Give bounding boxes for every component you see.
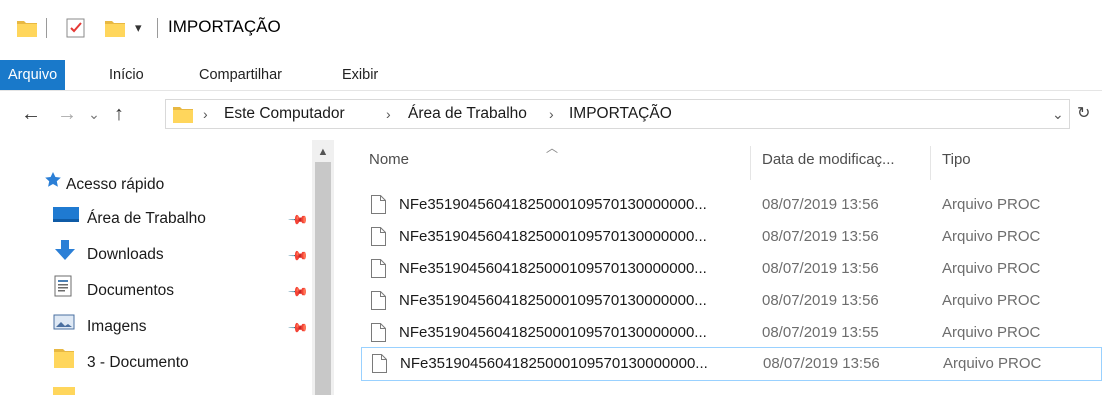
toolbar-separator	[46, 18, 47, 38]
pin-icon[interactable]: 📌	[287, 317, 309, 340]
download-icon	[53, 239, 87, 272]
sidebar-item-imagens[interactable]: Imagens	[53, 312, 146, 342]
breadcrumb-separator[interactable]: ›	[203, 100, 208, 128]
documents-icon	[53, 275, 87, 308]
toolbar-separator	[157, 18, 158, 38]
file-date: 08/07/2019 13:56	[763, 355, 880, 372]
navigation-pane: Acesso rápido Área de Trabalho 📌 Downloa…	[0, 140, 335, 395]
pictures-icon	[53, 312, 87, 342]
sidebar-item-label: 3 - Documento	[87, 354, 189, 371]
recent-locations-button[interactable]: ⌄	[84, 100, 104, 128]
folder-icon[interactable]	[16, 16, 38, 40]
tab-inicio[interactable]: Início	[109, 60, 144, 90]
sidebar-item-3-documento[interactable]: 3 - Documento	[53, 348, 189, 378]
scrollbar-thumb[interactable]	[315, 162, 331, 395]
scroll-up-button[interactable]: ▲	[312, 140, 334, 162]
table-row[interactable]: NFe35190456041825000109570130000000... 0…	[361, 221, 1102, 253]
file-icon	[371, 227, 386, 246]
breadcrumb-area-de-trabalho[interactable]: Área de Trabalho	[408, 100, 527, 128]
file-name: NFe35190456041825000109570130000000...	[400, 355, 708, 372]
breadcrumb-importacao[interactable]: IMPORTAÇÃO	[569, 100, 672, 128]
table-row[interactable]: NFe35190456041825000109570130000000... 0…	[361, 285, 1102, 317]
up-button[interactable]: ↑	[106, 100, 132, 128]
file-name: NFe35190456041825000109570130000000...	[399, 292, 707, 309]
file-name: NFe35190456041825000109570130000000...	[399, 260, 707, 277]
ribbon-tabs: Arquivo Início Compartilhar Exibir	[0, 60, 1102, 91]
breadcrumb-este-computador[interactable]: Este Computador	[224, 100, 345, 128]
column-header-date[interactable]: Data de modificaç...	[762, 150, 895, 178]
file-name: NFe35190456041825000109570130000000...	[399, 324, 707, 341]
file-type: Arquivo PROC	[943, 355, 1042, 372]
sidebar-item-label: Downloads	[87, 246, 164, 263]
pin-icon[interactable]: 📌	[287, 281, 309, 304]
file-type: Arquivo PROC	[942, 324, 1041, 341]
file-icon	[371, 291, 386, 310]
forward-button[interactable]: →	[54, 100, 80, 128]
column-divider[interactable]	[750, 146, 751, 180]
window-title: IMPORTAÇÃO	[168, 17, 281, 36]
file-icon	[371, 323, 386, 342]
sidebar-item-downloads[interactable]: Downloads	[53, 239, 164, 272]
title-bar: ▾ IMPORTAÇÃO	[0, 0, 1102, 58]
column-header-type[interactable]: Tipo	[942, 150, 971, 178]
breadcrumb-separator[interactable]: ›	[386, 100, 391, 128]
file-date: 08/07/2019 13:56	[762, 196, 879, 213]
file-icon	[372, 354, 387, 373]
file-icon	[371, 195, 386, 214]
sidebar-item-label: Acesso rápido	[66, 176, 165, 193]
pin-icon[interactable]: 📌	[287, 209, 309, 232]
address-bar[interactable]: › Este Computador › Área de Trabalho › I…	[165, 99, 1070, 129]
sidebar-item-label: Imagens	[87, 318, 147, 335]
pin-icon[interactable]: 📌	[287, 245, 309, 268]
customize-toolbar-dropdown[interactable]: ▾	[135, 16, 142, 40]
file-type: Arquivo PROC	[942, 292, 1041, 309]
file-date: 08/07/2019 13:56	[762, 260, 879, 277]
table-row[interactable]: NFe35190456041825000109570130000000... 0…	[361, 347, 1102, 381]
sidebar-item-label: Área de Trabalho	[87, 210, 206, 227]
new-folder-icon[interactable]	[104, 16, 126, 40]
sidebar-item-documentos[interactable]: Documentos	[53, 275, 175, 308]
properties-icon[interactable]	[65, 16, 87, 40]
desktop-icon	[53, 204, 87, 234]
file-date: 08/07/2019 13:55	[762, 324, 879, 341]
file-name: NFe35190456041825000109570130000000...	[399, 196, 707, 213]
chevron-down-icon[interactable]: ⌄	[1052, 100, 1064, 128]
tab-exibir[interactable]: Exibir	[342, 60, 378, 90]
file-type: Arquivo PROC	[942, 196, 1041, 213]
folder-icon	[53, 347, 87, 380]
column-divider[interactable]	[930, 146, 931, 180]
tab-compartilhar[interactable]: Compartilhar	[199, 60, 282, 90]
star-icon	[44, 170, 66, 200]
file-date: 08/07/2019 13:56	[762, 292, 879, 309]
back-button[interactable]: ←	[18, 100, 44, 128]
table-row[interactable]: NFe35190456041825000109570130000000... 0…	[361, 317, 1102, 349]
folder-icon	[172, 104, 194, 128]
file-type: Arquivo PROC	[942, 260, 1041, 277]
sidebar-item-area-de-trabalho[interactable]: Área de Trabalho	[53, 204, 206, 234]
sidebar-item-label: Documentos	[87, 282, 175, 299]
table-row[interactable]: NFe35190456041825000109570130000000... 0…	[361, 253, 1102, 285]
navigation-bar: ← → ⌄ ↑ › Este Computador › Área de Trab…	[0, 96, 1102, 134]
sort-ascending-icon: ︿	[546, 141, 559, 155]
breadcrumb-separator[interactable]: ›	[549, 100, 554, 128]
file-name: NFe35190456041825000109570130000000...	[399, 228, 707, 245]
file-icon	[371, 259, 386, 278]
table-row[interactable]: NFe35190456041825000109570130000000... 0…	[361, 189, 1102, 221]
file-date: 08/07/2019 13:56	[762, 228, 879, 245]
folder-icon	[53, 387, 75, 395]
refresh-button[interactable]: ↻	[1077, 100, 1090, 128]
file-type: Arquivo PROC	[942, 228, 1041, 245]
tab-arquivo[interactable]: Arquivo	[0, 60, 66, 90]
column-header-name[interactable]: Nome	[369, 150, 409, 178]
sidebar-item-acesso-rapido[interactable]: Acesso rápido	[44, 170, 164, 200]
